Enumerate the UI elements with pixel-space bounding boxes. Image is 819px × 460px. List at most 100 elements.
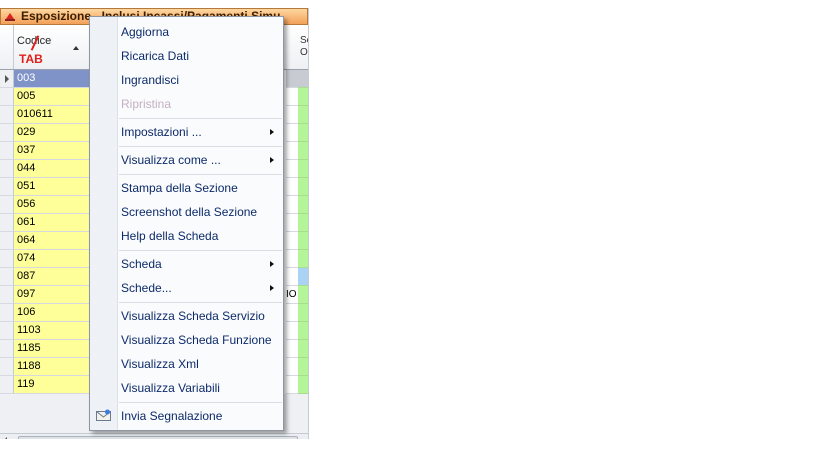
status-cell[interactable] [298, 88, 308, 106]
row-indicator[interactable] [0, 268, 14, 286]
menu-item-label: Ripristina [121, 97, 172, 111]
status-cell[interactable] [298, 358, 308, 376]
cell[interactable] [286, 178, 298, 196]
menu-item-label: Help della Scheda [121, 229, 219, 243]
cell[interactable] [286, 250, 298, 268]
row-indicator[interactable] [0, 232, 14, 250]
cell[interactable] [286, 88, 298, 106]
menu-item-visualizza-variabili[interactable]: Visualizza Variabili [90, 377, 283, 399]
cell[interactable] [286, 106, 298, 124]
menu-item-scheda[interactable]: Scheda [90, 253, 283, 275]
status-cell[interactable] [298, 214, 308, 232]
menu-item-ingrandisci[interactable]: Ingrandisci [90, 69, 283, 91]
codice-cell[interactable]: 037 [14, 142, 90, 160]
menu-item-label: Ingrandisci [121, 73, 180, 87]
cell[interactable] [286, 196, 298, 214]
cell[interactable] [286, 304, 298, 322]
status-cell[interactable] [298, 304, 308, 322]
cell[interactable] [286, 160, 298, 178]
cell[interactable] [286, 232, 298, 250]
status-cell[interactable] [298, 250, 308, 268]
status-cell[interactable] [298, 142, 308, 160]
horizontal-scrollbar[interactable] [0, 433, 308, 439]
status-cell[interactable] [298, 106, 308, 124]
codice-cell[interactable]: 005 [14, 88, 90, 106]
menu-item-help-della-scheda[interactable]: Help della Scheda [90, 225, 283, 247]
cell[interactable] [286, 214, 298, 232]
row-indicator[interactable] [0, 286, 14, 304]
section-icon [5, 13, 15, 21]
codice-cell[interactable]: 097 [14, 286, 90, 304]
codice-cell[interactable]: 074 [14, 250, 90, 268]
row-indicator[interactable] [0, 70, 14, 88]
row-indicator[interactable] [0, 142, 14, 160]
codice-cell[interactable]: 056 [14, 196, 90, 214]
scroll-left-icon[interactable] [3, 437, 7, 439]
menu-item-aggiorna[interactable]: Aggiorna [90, 21, 283, 43]
row-indicator[interactable] [0, 358, 14, 376]
menu-item-screenshot-della-sezione[interactable]: Screenshot della Sezione [90, 201, 283, 223]
codice-cell[interactable]: 1103 [14, 322, 90, 340]
cell[interactable] [286, 268, 298, 286]
codice-cell[interactable]: 010611 [14, 106, 90, 124]
row-indicator[interactable] [0, 304, 14, 322]
row-indicator[interactable] [0, 376, 14, 394]
row-indicator[interactable] [0, 214, 14, 232]
codice-cell[interactable]: 029 [14, 124, 90, 142]
cell[interactable] [286, 358, 298, 376]
status-cell[interactable] [298, 196, 308, 214]
row-indicator[interactable] [0, 196, 14, 214]
menu-item-visualizza-xml[interactable]: Visualizza Xml [90, 353, 283, 375]
codice-cell[interactable]: 087 [14, 268, 90, 286]
row-indicator[interactable] [0, 178, 14, 196]
cell[interactable] [286, 340, 298, 358]
codice-cell[interactable]: 044 [14, 160, 90, 178]
menu-item-impostazioni[interactable]: Impostazioni ... [90, 121, 283, 143]
cell[interactable] [286, 142, 298, 160]
row-indicator[interactable] [0, 322, 14, 340]
row-indicator[interactable] [0, 160, 14, 178]
row-indicator[interactable] [0, 124, 14, 142]
status-cell[interactable] [298, 322, 308, 340]
status-cell[interactable] [298, 340, 308, 358]
menu-item-schede[interactable]: Schede... [90, 277, 283, 299]
row-indicator[interactable] [0, 106, 14, 124]
status-cell[interactable] [298, 70, 308, 88]
codice-cell[interactable]: 051 [14, 178, 90, 196]
submenu-arrow-icon [270, 285, 274, 291]
status-cell[interactable] [298, 160, 308, 178]
codice-cell[interactable]: 119 [14, 376, 90, 394]
menu-item-ricarica-dati[interactable]: Ricarica Dati [90, 45, 283, 67]
row-indicator[interactable] [0, 250, 14, 268]
codice-cell[interactable]: 1185 [14, 340, 90, 358]
cell[interactable]: IO [286, 286, 298, 304]
row-indicator[interactable] [0, 88, 14, 106]
menu-item-visualizza-come[interactable]: Visualizza come ... [90, 149, 283, 171]
cell[interactable] [286, 322, 298, 340]
codice-cell[interactable]: 061 [14, 214, 90, 232]
menu-item-invia-segnalazione[interactable]: Invia Segnalazione [90, 405, 283, 427]
cell[interactable] [286, 376, 298, 394]
menu-item-label: Invia Segnalazione [121, 409, 223, 423]
column-header-right[interactable]: Se O [297, 25, 308, 69]
cell[interactable] [286, 70, 298, 88]
status-cell[interactable] [298, 178, 308, 196]
column-header-codice[interactable]: Codice TAB [14, 25, 90, 69]
status-cell[interactable] [298, 268, 308, 286]
scrollbar-thumb[interactable] [18, 436, 298, 439]
codice-cell[interactable]: 064 [14, 232, 90, 250]
codice-cell[interactable]: 003 [14, 70, 90, 88]
codice-cell[interactable]: 1188 [14, 358, 90, 376]
row-indicator[interactable] [0, 340, 14, 358]
menu-item-stampa-della-sezione[interactable]: Stampa della Sezione [90, 177, 283, 199]
menu-separator [119, 302, 282, 303]
status-cell[interactable] [298, 376, 308, 394]
menu-item-visualizza-scheda-servizio[interactable]: Visualizza Scheda Servizio [90, 305, 283, 327]
codice-cell[interactable]: 106 [14, 304, 90, 322]
status-cell[interactable] [298, 286, 308, 304]
cell[interactable] [286, 124, 298, 142]
menu-item-visualizza-scheda-funzione[interactable]: Visualizza Scheda Funzione [90, 329, 283, 351]
status-cell[interactable] [298, 124, 308, 142]
status-cell[interactable] [298, 232, 308, 250]
mail-icon [96, 409, 111, 421]
